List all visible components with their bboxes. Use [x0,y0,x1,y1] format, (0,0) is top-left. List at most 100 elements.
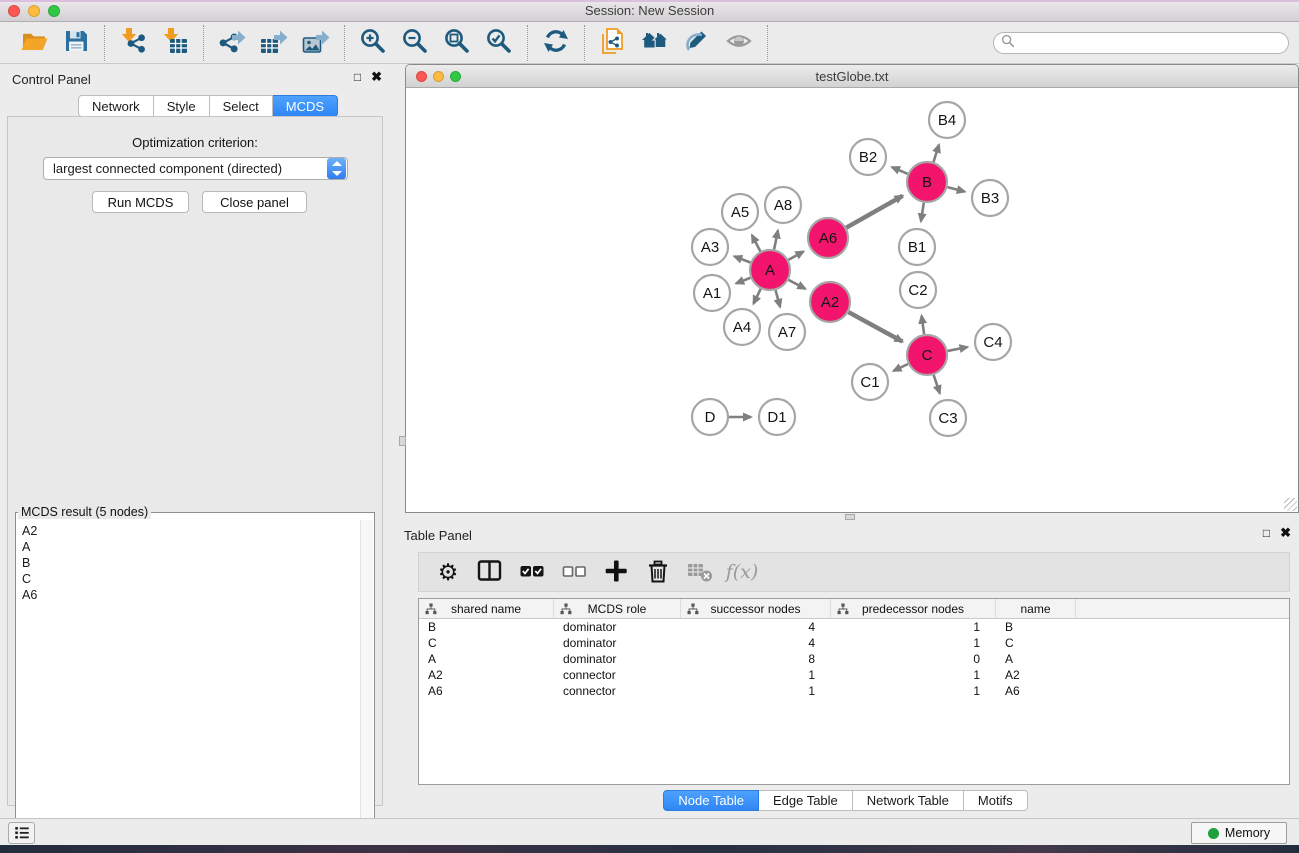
table-row[interactable]: Cdominator41C [419,635,1289,651]
table-toolbar: ⚙ f(x) [418,552,1290,592]
table-cell: connector [554,667,681,683]
zoom-selected-button[interactable] [478,25,520,61]
add-button[interactable] [597,554,635,590]
run-mcds-button[interactable]: Run MCDS [92,191,189,213]
duplicate-network-button[interactable] [592,25,634,61]
tab-style[interactable]: Style [154,95,210,117]
edge-C-C4[interactable] [948,347,968,351]
function-builder-button[interactable]: f(x) [723,554,761,590]
node-label-B: B [922,174,932,191]
mcds-result-item[interactable]: C [22,571,360,587]
table-cell: C [419,635,554,651]
splitter-handle[interactable] [399,436,406,446]
mcds-result-item[interactable]: A2 [22,523,360,539]
node-label-D: D [705,409,716,426]
mcds-result-item[interactable]: A [22,539,360,555]
open-folder-button[interactable] [13,25,55,61]
edge-A2-C[interactable] [848,312,902,342]
edge-A6-B[interactable] [846,196,902,228]
table-row[interactable]: A6connector11A6 [419,683,1289,699]
edge-C-C2[interactable] [922,316,925,334]
table-cell: C [996,635,1076,651]
node-label-C1: C1 [860,374,879,391]
mcds-result-item[interactable]: A6 [22,587,360,603]
edge-A-A4[interactable] [753,289,760,304]
gear-button[interactable]: ⚙ [429,554,467,590]
column-header-filler [1076,599,1289,618]
edge-A-A3[interactable] [734,256,750,262]
mcds-result-item[interactable]: B [22,555,360,571]
import-table-button[interactable] [154,25,196,61]
edge-B-B2[interactable] [892,167,908,174]
home-button[interactable] [634,25,676,61]
table-cell: 1 [831,683,996,699]
tab-select[interactable]: Select [210,95,273,117]
edge-B-B3[interactable] [947,187,964,191]
edge-B-B1[interactable] [921,203,924,222]
tab-mcds[interactable]: MCDS [273,95,338,117]
columns-button[interactable] [471,554,509,590]
node-label-D1: D1 [767,409,786,426]
column-header-MCDS-role[interactable]: MCDS role [554,599,681,618]
delete-table-button[interactable] [681,554,719,590]
node-label-A5: A5 [731,204,749,221]
deselect-all-button[interactable] [555,554,593,590]
close-panel-button[interactable]: Close panel [202,191,307,213]
result-scrollbar[interactable] [360,520,373,848]
column-header-successor-nodes[interactable]: successor nodes [681,599,831,618]
tab-motifs[interactable]: Motifs [964,790,1028,811]
edge-A-A5[interactable] [752,235,760,251]
edge-C-C1[interactable] [893,364,908,371]
network-canvas[interactable]: B4B2BB3A8A5A6A3B1AC2A1A2A4A7C4CC1C3DD1 [406,88,1298,512]
save-button[interactable] [55,25,97,61]
table-row[interactable]: Bdominator41B [419,619,1289,635]
eye-button[interactable] [718,25,760,61]
main-toolbar [0,22,1299,64]
task-history-button[interactable] [8,822,35,844]
float-panel-icon[interactable]: □ [354,71,361,83]
table-cell: connector [554,683,681,699]
edge-A-A8[interactable] [774,230,778,249]
tab-node-table[interactable]: Node Table [663,790,759,811]
import-network-button[interactable] [112,25,154,61]
export-network-button[interactable] [211,25,253,61]
table-row[interactable]: Adominator80A [419,651,1289,667]
select-all-button[interactable] [513,554,551,590]
edge-C-C3[interactable] [934,375,940,393]
node-label-A3: A3 [701,239,719,256]
column-header-name[interactable]: name [996,599,1076,618]
column-header-predecessor-nodes[interactable]: predecessor nodes [831,599,996,618]
delete-button[interactable] [639,554,677,590]
export-table-button[interactable] [253,25,295,61]
column-header-shared-name[interactable]: shared name [419,599,554,618]
close-panel-icon[interactable]: ✖ [371,70,382,83]
tab-network-table[interactable]: Network Table [853,790,964,811]
edge-A-A1[interactable] [736,278,750,284]
edge-A-A6[interactable] [788,252,803,260]
edge-B-B4[interactable] [933,145,939,162]
table-row[interactable]: A2connector11A2 [419,667,1289,683]
criterion-dropdown[interactable]: largest connected component (directed) [43,157,348,180]
node-table[interactable]: shared nameMCDS rolesuccessor nodesprede… [418,598,1290,785]
memory-button[interactable]: Memory [1191,822,1287,844]
tab-edge-table[interactable]: Edge Table [759,790,853,811]
tab-network[interactable]: Network [78,95,154,117]
zoom-out-button[interactable] [394,25,436,61]
network-window-titlebar: testGlobe.txt [406,65,1298,88]
refresh-button[interactable] [535,25,577,61]
table-cell: A [996,651,1076,667]
search-box[interactable] [993,32,1289,54]
export-image-button[interactable] [295,25,337,61]
float-panel-icon[interactable]: □ [1263,527,1270,539]
edge-A-A2[interactable] [789,280,806,289]
annotation-toggle-button[interactable] [676,25,718,61]
zoom-in-button[interactable] [352,25,394,61]
node-label-A6: A6 [819,230,837,247]
zoom-fit-button[interactable] [436,25,478,61]
deselect-all-icon [560,557,588,588]
select-all-icon [518,557,546,588]
close-panel-icon[interactable]: ✖ [1280,526,1291,539]
search-input[interactable] [1015,34,1288,52]
resize-grip-icon[interactable] [1284,498,1297,511]
edge-A-A7[interactable] [776,290,781,307]
